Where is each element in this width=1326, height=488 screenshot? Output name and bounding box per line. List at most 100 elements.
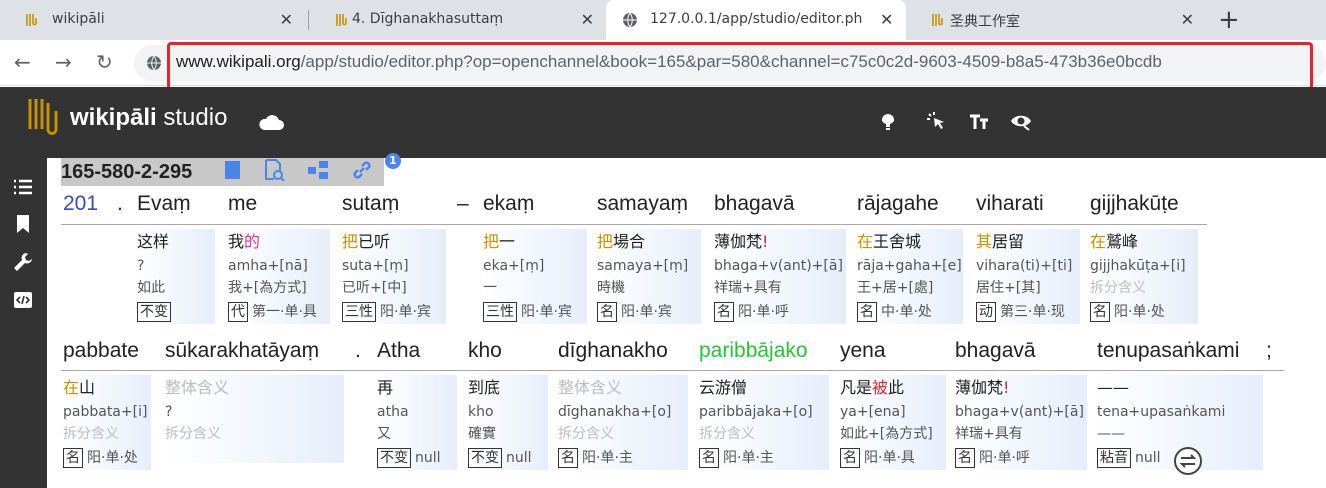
tab-close-icon[interactable]: ✕ xyxy=(581,10,594,29)
word-card[interactable]: 其居留 vihara(ti)+[ti] 居住+[其] 动第三·单·现 xyxy=(976,229,1080,324)
word-card[interactable]: 再 atha 又 不变 null xyxy=(377,375,457,470)
link-icon[interactable] xyxy=(351,159,373,181)
card-tag[interactable]: 名 xyxy=(63,448,83,468)
new-tab-button[interactable]: + xyxy=(1218,5,1240,35)
pali-word[interactable]: pabbate xyxy=(63,339,139,363)
info-badge[interactable]: 1 xyxy=(385,153,401,169)
pali-word[interactable]: tenupasaṅkami xyxy=(1097,339,1239,363)
pali-word[interactable]: bhagavā xyxy=(955,339,1036,363)
card-tag[interactable]: 粘音 xyxy=(1097,448,1131,468)
pali-word[interactable]: rājagahe xyxy=(857,192,939,216)
pali-word[interactable]: Atha xyxy=(377,339,420,363)
site-info-icon[interactable] xyxy=(146,55,162,71)
pali-word[interactable]: ekaṃ xyxy=(483,192,534,216)
reload-button[interactable]: ↻ xyxy=(96,50,113,74)
tab-wikipali[interactable]: wikipāli ✕ xyxy=(0,0,305,40)
pali-word[interactable]: sūkarakhatāyaṃ xyxy=(165,339,319,363)
pali-word[interactable]: samayaṃ xyxy=(597,192,688,216)
back-button[interactable]: ← xyxy=(14,50,31,74)
card-tag[interactable]: 名 xyxy=(1090,302,1110,322)
word-card[interactable]: 在王舍城 rāja+gaha+[e] 王+居+[處] 名中·单·处 xyxy=(857,229,963,324)
word-card[interactable]: 把場合 samaya+[ṃ] 時機 名阳·单·宾 xyxy=(597,229,701,324)
card-tag[interactable]: 代 xyxy=(228,302,248,322)
bookmark-icon[interactable] xyxy=(12,213,34,235)
tab-close-icon[interactable]: ✕ xyxy=(880,10,893,29)
card-parts: 確實 xyxy=(468,426,496,442)
card-tag[interactable]: 名 xyxy=(597,302,617,322)
globe-icon xyxy=(623,12,637,28)
card-tag[interactable]: 名 xyxy=(955,448,975,468)
card-grammar: 阳·单·宾 xyxy=(521,304,572,320)
card-tag[interactable]: 不变 xyxy=(137,302,171,322)
paragraph-number[interactable]: 201 xyxy=(63,192,98,216)
word-card[interactable]: 凡是被此 ya+[ena] 如此+[為方式] 名阳·单·具 xyxy=(840,375,946,470)
word-card[interactable]: 把已听 suta+[ṃ] 已听+[中] 三性 阳·单·宾 xyxy=(342,229,446,324)
forward-button[interactable]: → xyxy=(55,50,72,74)
card-tag[interactable]: 动 xyxy=(976,302,996,322)
word-card[interactable]: 云游僧 paribbājaka+[o] 拆分含义 名阳·单·主 xyxy=(699,375,829,470)
brand-title[interactable]: wikipāli studio xyxy=(70,104,227,132)
pali-word[interactable]: gijjhakūṭe xyxy=(1090,192,1179,216)
card-grammar: 阳·单·主 xyxy=(723,450,774,466)
card-tag[interactable]: 名 xyxy=(840,448,860,468)
word-card[interactable]: 整体含义 dīghanakha+[o] 拆分含义 名阳·单·主 xyxy=(558,375,688,470)
word-card[interactable]: 到底 kho 確實 不变 null xyxy=(468,375,548,470)
punct-word[interactable]: – xyxy=(457,192,469,216)
card-meaning: 薄伽梵! xyxy=(955,378,1010,397)
search-doc-icon[interactable] xyxy=(263,159,285,181)
cloud-icon[interactable] xyxy=(258,113,284,131)
menu-icon[interactable] xyxy=(12,176,34,198)
card-stem: dīghanakha+[o] xyxy=(558,404,672,420)
pali-word[interactable]: dīghanakho xyxy=(558,339,668,363)
wrench-icon[interactable] xyxy=(12,251,34,273)
card-tag[interactable]: 名 xyxy=(714,302,734,322)
tab-editor-local[interactable]: 127.0.0.1/app/studio/editor.ph xyxy=(606,0,906,40)
wikipali-logo-icon[interactable] xyxy=(26,95,64,139)
card-tag[interactable]: 三性 xyxy=(342,302,376,322)
app-header: wikipāli studio xyxy=(0,87,1326,158)
font-size-icon[interactable] xyxy=(968,110,990,132)
card-parts: 又 xyxy=(377,426,391,442)
card-tag[interactable]: 不变 xyxy=(377,448,411,468)
card-stem: kho xyxy=(468,404,494,420)
tab-dighanakhasutta[interactable]: 4. Dīghanakhasuttaṃ ✕ xyxy=(310,0,606,40)
card-tag[interactable]: 名 xyxy=(857,302,877,322)
card-tag[interactable]: 三性 xyxy=(483,302,517,322)
punct-word[interactable]: ; xyxy=(1266,339,1272,363)
card-grammar: 阳·单·呼 xyxy=(738,304,789,320)
pali-word-highlighted[interactable]: paribbājako xyxy=(699,339,808,363)
word-card[interactable]: 把一 eka+[ṃ] 一 三性 阳·单·宾 xyxy=(483,229,587,324)
punct-word[interactable]: . xyxy=(355,339,361,363)
pali-word[interactable]: bhagavā xyxy=(714,192,795,216)
word-card[interactable]: 整体含义 ? 拆分含义 xyxy=(165,375,344,463)
sentence-id[interactable]: 165-580-2-295 xyxy=(61,161,192,184)
tab-close-icon[interactable]: ✕ xyxy=(280,10,293,29)
pointer-icon[interactable] xyxy=(925,110,947,132)
word-card[interactable]: 我的 amha+[nā] 我+[為方式] 代第一·单·具 xyxy=(228,229,330,324)
word-card[interactable]: 薄伽梵! bhaga+v(ant)+[ā] 祥瑞+具有 名阳·单·呼 xyxy=(955,375,1087,470)
card-tag[interactable]: 名 xyxy=(558,448,578,468)
pali-word[interactable]: kho xyxy=(468,339,502,363)
swap-icon[interactable] xyxy=(1173,446,1203,476)
card-stem: vihara(ti)+[ti] xyxy=(976,258,1073,274)
punct-word[interactable]: . xyxy=(117,192,123,216)
code-icon[interactable] xyxy=(12,289,34,311)
card-tag[interactable]: 名 xyxy=(699,448,719,468)
copy-icon[interactable] xyxy=(221,159,243,181)
word-card[interactable]: 这样 ? 如此 不变 xyxy=(137,229,215,324)
pali-word[interactable]: yena xyxy=(840,339,886,363)
card-tag[interactable]: 不变 xyxy=(468,448,502,468)
tab-close-icon[interactable]: ✕ xyxy=(1181,10,1194,29)
word-card[interactable]: 薄伽梵! bhaga+v(ant)+[ā] 祥瑞+具有 名阳·单·呼 xyxy=(714,229,846,324)
structure-icon[interactable] xyxy=(307,159,329,181)
word-card[interactable]: 在鷲峰 gijjhakūṭa+[i] 拆分含义 名阳·单·处 xyxy=(1090,229,1198,324)
pali-word[interactable]: sutaṃ xyxy=(342,192,399,216)
pali-word[interactable]: me xyxy=(228,192,257,216)
pali-word[interactable]: Evaṃ xyxy=(137,192,191,216)
view-icon[interactable] xyxy=(1010,110,1032,132)
word-card[interactable]: 在山 pabbata+[i] 拆分含义 名阳·单·处 xyxy=(63,375,151,470)
tab-studio-cn[interactable]: 圣典工作室 ✕ xyxy=(906,0,1206,40)
highlight-icon[interactable] xyxy=(877,110,899,132)
pali-word[interactable]: viharati xyxy=(976,192,1044,216)
card-parts: 王+居+[處] xyxy=(857,280,934,296)
